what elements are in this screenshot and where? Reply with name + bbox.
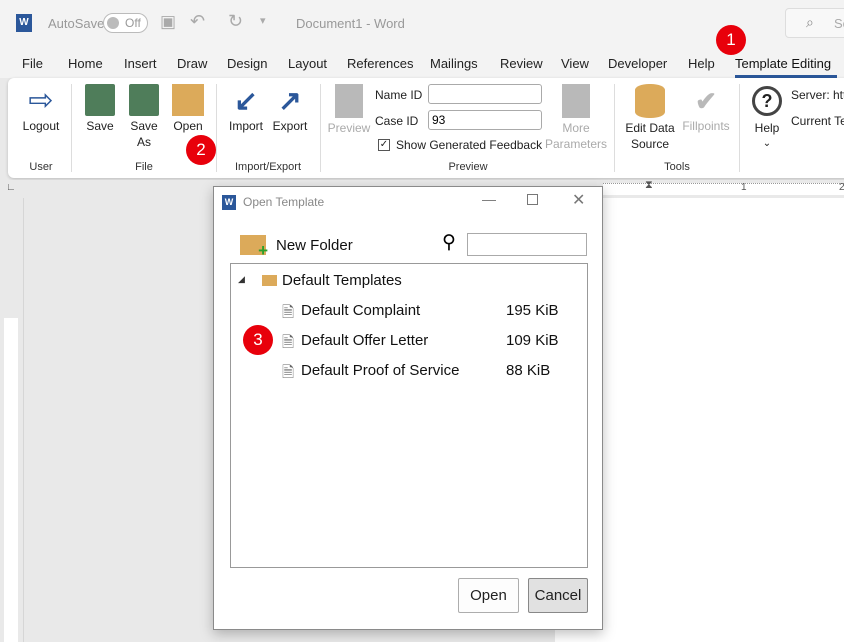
tab-layout[interactable]: Layout — [288, 56, 327, 71]
group-file: File — [135, 161, 153, 173]
template-search-input[interactable] — [467, 233, 587, 256]
search-box[interactable]: ⌕ Se — [785, 8, 844, 38]
tab-insert[interactable]: Insert — [124, 56, 157, 71]
more-parameters-button[interactable]: More Parameters — [544, 84, 608, 152]
redo-icon[interactable]: ↻ — [228, 11, 243, 32]
tree-folder-default-templates[interactable]: Default Templates — [282, 272, 402, 289]
word-logo-icon: W — [16, 14, 32, 32]
close-button[interactable]: ✕ — [572, 190, 585, 210]
export-icon: ↗ — [278, 85, 302, 116]
name-id-input[interactable] — [428, 84, 542, 104]
save-button[interactable]: Save — [80, 84, 120, 134]
annotation-badge-2: 2 — [186, 135, 216, 165]
preview-icon — [335, 84, 363, 118]
name-id-label: Name ID — [375, 88, 423, 102]
word-logo-icon: W — [222, 195, 236, 210]
group-tools: Tools — [664, 161, 690, 173]
new-folder-button[interactable]: New Folder — [276, 237, 353, 254]
tab-file[interactable]: File — [22, 56, 43, 71]
edit-data-source-button[interactable]: Edit Data Source — [620, 84, 680, 152]
file-size: 88 KiB — [506, 362, 551, 379]
document-title: Document1 - Word — [296, 16, 405, 31]
file-name: Default Offer Letter — [301, 332, 429, 349]
preview-button[interactable]: Preview — [326, 84, 372, 136]
help-icon: ? — [752, 86, 782, 116]
tab-mailings[interactable]: Mailings — [430, 56, 478, 71]
import-icon: ↙ — [234, 85, 258, 116]
search-icon: ⌕ — [806, 14, 814, 30]
ribbon: ⇨ Logout User Save Save As Open File ↙ I… — [8, 78, 844, 178]
tab-help[interactable]: Help — [688, 56, 715, 71]
tab-stop-selector[interactable]: ∟ — [6, 182, 16, 193]
group-import-export: Import/Export — [234, 161, 302, 173]
group-user: User — [29, 161, 53, 173]
show-feedback-checkbox[interactable]: ✓ — [378, 139, 390, 151]
import-button[interactable]: ↙ Import — [224, 84, 268, 134]
case-id-input[interactable] — [428, 110, 542, 130]
annotation-badge-3: 3 — [243, 325, 273, 355]
file-size: 195 KiB — [506, 302, 559, 319]
indent-marker-icon[interactable]: ⧗ — [645, 179, 653, 192]
cancel-button[interactable]: Cancel — [528, 578, 588, 613]
tab-references[interactable]: References — [347, 56, 413, 71]
show-feedback-label: Show Generated Feedback — [396, 138, 543, 152]
help-button[interactable]: ? Help ⌄ — [748, 84, 786, 152]
menu-bar: File Home Insert Draw Design Layout Refe… — [0, 48, 844, 78]
case-id-label: Case ID — [375, 114, 419, 128]
tab-home[interactable]: Home — [68, 56, 103, 71]
file-name: Default Complaint — [301, 302, 421, 319]
document-icon: 🗎 — [282, 334, 295, 351]
file-size: 109 KiB — [506, 332, 559, 349]
open-template-dialog: W Open Template — ✕ + New Folder ⚲ ◢ Def… — [213, 186, 603, 630]
current-template-label: Current Te — [791, 114, 844, 128]
folder-icon — [262, 275, 277, 286]
logout-icon: ⇨ — [28, 84, 54, 117]
dialog-title: Open Template — [243, 195, 325, 209]
new-folder-icon: + — [240, 235, 268, 260]
template-tree: ◢ Default Templates 🗎 Default Complaint … — [230, 263, 588, 568]
fillpoints-button[interactable]: ✔ Fillpoints — [678, 84, 734, 134]
undo-icon[interactable]: ↶ — [190, 11, 205, 32]
document-icon: 🗎 — [282, 304, 295, 321]
file-name: Default Proof of Service — [301, 362, 460, 379]
save-as-icon — [129, 84, 159, 116]
tab-review[interactable]: Review — [500, 56, 543, 71]
tab-view[interactable]: View — [561, 56, 589, 71]
save-icon — [85, 84, 115, 116]
tab-draw[interactable]: Draw — [177, 56, 207, 71]
collapse-arrow-icon[interactable]: ◢ — [238, 274, 245, 285]
save-icon[interactable]: ▣ — [160, 12, 176, 32]
tab-template-editing[interactable]: Template Editing — [735, 56, 831, 71]
maximize-button[interactable] — [527, 194, 538, 205]
folder-icon — [172, 84, 204, 116]
autosave-toggle[interactable]: Off — [103, 13, 148, 33]
logout-button[interactable]: ⇨ Logout — [18, 84, 64, 134]
customize-qat-icon[interactable]: ▾ — [260, 14, 266, 27]
server-label: Server: htt — [791, 88, 844, 102]
annotation-badge-1: 1 — [716, 25, 746, 55]
database-icon — [635, 84, 665, 118]
vertical-ruler — [0, 198, 24, 642]
save-as-button[interactable]: Save As — [124, 84, 164, 150]
search-icon: ⚲ — [442, 232, 456, 253]
checklist-icon: ✔ — [695, 86, 717, 116]
tab-design[interactable]: Design — [227, 56, 267, 71]
tab-developer[interactable]: Developer — [608, 56, 667, 71]
document-icon: 🗎 — [282, 364, 295, 381]
minimize-button[interactable]: — — [482, 191, 496, 207]
export-button[interactable]: ↗ Export — [268, 84, 312, 134]
open-button[interactable]: Open — [458, 578, 519, 613]
group-preview: Preview — [448, 161, 488, 173]
sliders-icon — [562, 84, 590, 118]
open-button[interactable]: Open — [168, 84, 208, 134]
autosave-label: AutoSave — [48, 16, 105, 31]
